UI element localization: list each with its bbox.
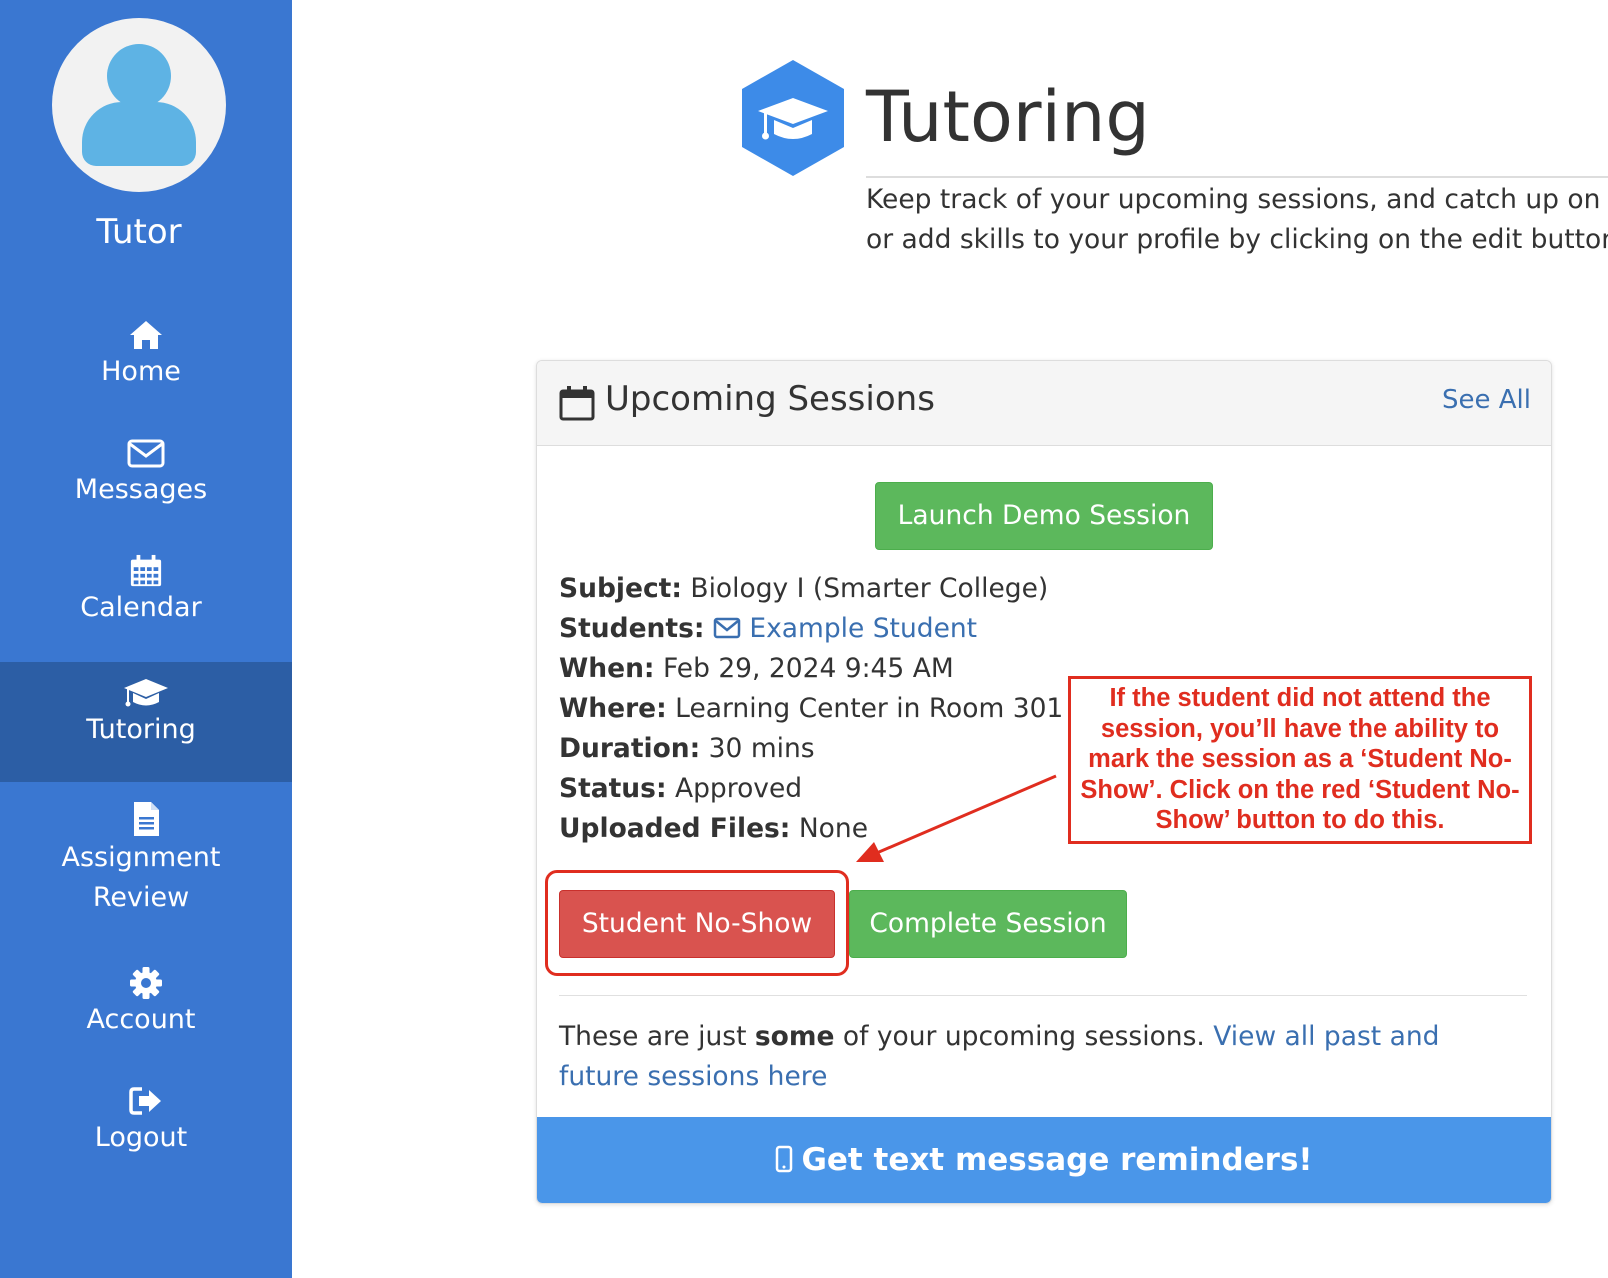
panel-heading: Upcoming Sessions See All [537,361,1551,446]
annotation-callout: If the student did not attend the sessio… [1068,676,1532,844]
intro-line-1: Keep track of your upcoming sessions, an… [866,184,1608,215]
sidebar-item-label: Account [86,1004,196,1035]
tutoring-hexagon-logo [742,60,844,176]
sidebar-item-logout[interactable]: Logout [0,1084,292,1158]
complete-session-button[interactable]: Complete Session [849,890,1127,958]
graduation-cap-icon [124,679,168,707]
sidebar-item-label-line1: Assignment [61,842,221,873]
files-label: Uploaded Files: [559,813,791,844]
status-value: Approved [674,773,803,804]
status-label: Status: [559,773,667,804]
where-label: Where: [559,693,667,724]
sidebar-item-label: Calendar [80,592,202,623]
mobile-phone-icon [776,1145,793,1173]
avatar [52,18,226,192]
sidebar-item-label: Home [101,356,181,387]
sidebar-item-tutoring[interactable]: Tutoring [0,662,292,782]
student-no-show-button[interactable]: Student No-Show [559,890,835,958]
envelope-icon [127,439,165,468]
user-role: Tutor [96,212,182,252]
sidebar-item-label: Tutoring [86,714,196,745]
subject-value: Biology I (Smarter College) [690,573,1049,604]
page-intro: Keep track of your upcoming sessions, an… [866,180,1608,260]
session-when: When: Feb 29, 2024 9:45 AM [559,649,1063,689]
sidebar-item-assignment-review[interactable]: Assignment Review [0,800,292,918]
sidebar-item-calendar[interactable]: Calendar [0,554,292,628]
student-link[interactable]: Example Student [713,613,977,644]
panel-divider [559,995,1527,996]
sidebar-item-home[interactable]: Home [0,318,292,392]
note-text-mid: of your upcoming sessions. [834,1021,1214,1052]
sidebar-item-label: Logout [94,1122,188,1153]
sidebar-item-account[interactable]: Account [0,966,292,1040]
annotation-arrow [856,774,1057,862]
students-label: Students: [559,613,705,644]
session-subject: Subject: Biology I (Smarter College) [559,569,1063,609]
avatar-head [107,44,171,108]
envelope-icon [713,617,741,639]
when-label: When: [559,653,655,684]
title-divider [866,176,1608,178]
session-students: Students: Example Student [559,609,1063,649]
session-where: Where: Learning Center in Room 301 [559,689,1063,729]
avatar-body [82,102,196,166]
launch-demo-session-button[interactable]: Launch Demo Session [875,482,1213,550]
calendar-icon [130,554,162,587]
sidebar: Tutor Home Messages Calendar Tutoring As… [0,0,292,1278]
when-value: Feb 29, 2024 9:45 AM [662,653,954,684]
note-text-bold: some [754,1021,835,1052]
text-reminders-button[interactable]: Get text message reminders! [537,1117,1551,1203]
student-name: Example Student [749,613,978,644]
document-icon [134,802,159,836]
sidebar-item-label-line2: Review [92,882,190,913]
see-all-link[interactable]: See All [1442,385,1531,415]
subject-label: Subject: [559,573,682,604]
sidebar-item-messages[interactable]: Messages [0,436,292,510]
gear-icon [130,967,162,999]
sessions-note: These are just some of your upcoming ses… [559,1017,1519,1097]
sidebar-item-label: Messages [74,474,208,505]
duration-value: 30 mins [708,733,815,764]
home-icon [130,321,162,349]
where-value: Learning Center in Room 301 [675,693,1064,724]
panel-title: Upcoming Sessions [605,379,935,419]
text-reminders-label: Get text message reminders! [801,1142,1313,1178]
session-duration: Duration: 30 mins [559,729,1063,769]
intro-line-2: or add skills to your profile by clickin… [866,224,1608,255]
calendar-outline-icon [559,386,595,421]
note-text-start: These are just [559,1021,755,1052]
page-title: Tutoring [866,76,1150,158]
logout-icon [129,1087,161,1115]
duration-label: Duration: [559,733,701,764]
